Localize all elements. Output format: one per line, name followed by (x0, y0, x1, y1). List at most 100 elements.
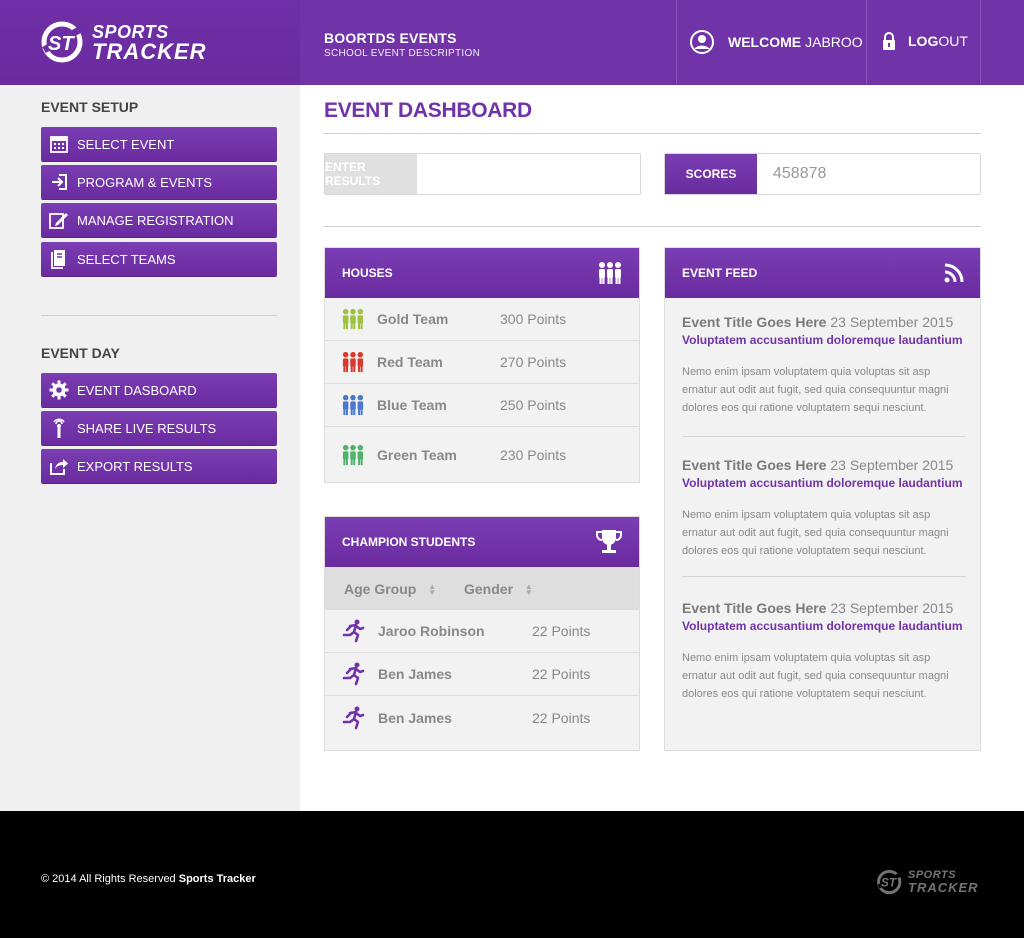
footer-logo-text: SPORTS TRACKER (908, 870, 979, 895)
enter-results-input[interactable] (417, 154, 640, 194)
user-icon (690, 30, 714, 54)
champion-students-title: CHAMPION STUDENTS (342, 535, 476, 549)
copyright: © 2014 All Rights Reserved Sports Tracke… (41, 873, 256, 885)
house-name: Gold Team (377, 311, 449, 327)
sidebar-item-label: SELECT TEAMS (77, 251, 176, 267)
house-row-red: Red Team 270 Points (325, 341, 639, 384)
scores-label: SCORES (665, 154, 757, 194)
house-name: Red Team (377, 354, 443, 370)
svg-text:ST: ST (48, 33, 75, 55)
sidebar-item-select-event[interactable]: SELECT EVENT (41, 127, 277, 161)
champions-table-header: Age Group ▲ ▼ Gender ▲ ▼ (325, 567, 639, 610)
trophy-icon (596, 530, 622, 553)
header-divider (980, 0, 981, 85)
event-title-block: BOORTDS EVENTS SCHOOL EVENT DESCRIPTION (324, 30, 480, 59)
champion-row: Ben James 22 Points (325, 696, 639, 739)
student-points: 22 Points (532, 709, 591, 726)
logout-button[interactable]: LOG OUT (882, 32, 968, 50)
welcome-user[interactable]: WELCOME JABROO (690, 30, 863, 54)
house-points: 270 Points (500, 354, 567, 370)
houses-header: HOUSES (325, 248, 639, 298)
feed-item-body: Nemo enim ipsam voluptatem quia voluptas… (682, 652, 949, 700)
svg-text:ST: ST (881, 876, 898, 890)
house-row-blue: Blue Team 250 Points (325, 384, 639, 427)
broadcast-icon (41, 417, 77, 439)
calendar-icon (41, 135, 77, 153)
team-people-icon-blue (342, 394, 364, 416)
sidebar-item-event-dashboard[interactable]: EVENT DASBOARD (41, 373, 277, 407)
house-row-green: Green Team 230 Points (325, 427, 639, 482)
feed-item[interactable]: Event Title Goes Here 23 September 2015 … (682, 600, 966, 703)
houses-title: HOUSES (342, 266, 393, 280)
logout-label-rest: OUT (938, 33, 968, 49)
sidebar-item-label: PROGRAM & EVENTS (77, 174, 213, 190)
sidebar-item-program-events[interactable]: PROGRAM & EVENTS (41, 165, 277, 199)
feed-item-subtitle: Voluptatem accusantium doloremque laudan… (682, 476, 963, 490)
share-icon (41, 457, 77, 475)
book-icon (41, 249, 77, 269)
gear-icon (41, 380, 77, 400)
welcome-username: JABROO (805, 34, 863, 50)
people-icon (599, 262, 621, 284)
event-day-heading: EVENT DAY (41, 345, 120, 361)
sort-age-group[interactable]: Age Group ▲ ▼ (344, 581, 464, 597)
event-setup-heading: EVENT SETUP (41, 99, 139, 115)
copyright-brand: Sports Tracker (178, 873, 256, 885)
header-divider (866, 0, 867, 85)
feed-item-title: Event Title Goes Here (682, 314, 827, 330)
student-points: 22 Points (532, 623, 591, 639)
logo-line2: TRACKER (92, 39, 207, 64)
houses-panel: HOUSES Gold Team 300 Points Red Team 270… (324, 247, 640, 483)
house-row-gold: Gold Team 300 Points (325, 298, 639, 341)
event-name: BOORTDS EVENTS (324, 30, 457, 46)
header-divider (676, 0, 677, 85)
feed-item-title: Event Title Goes Here (682, 457, 827, 473)
lock-icon (883, 32, 895, 50)
runner-icon (342, 619, 365, 643)
feed-item-body: Nemo enim ipsam voluptatem quia voluptas… (682, 366, 949, 414)
sidebar-item-label: SELECT EVENT (77, 136, 175, 152)
champion-row: Jaroo Robinson 22 Points (325, 610, 639, 653)
sort-gender[interactable]: Gender ▲ ▼ (464, 581, 533, 597)
scores-input[interactable] (757, 154, 980, 194)
team-people-icon-green (342, 444, 364, 465)
runner-icon (342, 706, 365, 729)
feed-item[interactable]: Event Title Goes Here 23 September 2015 … (682, 457, 966, 560)
sidebar-item-manage-registration[interactable]: MANAGE REGISTRATION (41, 203, 277, 237)
logout-label-bold: LOG (908, 33, 939, 49)
student-points: 22 Points (532, 666, 591, 682)
welcome-label: WELCOME (728, 34, 802, 50)
sidebar-item-label: MANAGE REGISTRATION (77, 212, 234, 228)
feed-item-title-line: Event Title Goes Here 23 September 2015 (682, 314, 966, 330)
logo[interactable]: ST SPORTS TRACKER (40, 20, 207, 64)
sidebar-item-share-live-results[interactable]: SHARE LIVE RESULTS (41, 411, 277, 445)
feed-item-title-line: Event Title Goes Here 23 September 2015 (682, 457, 966, 473)
feed-item-title: Event Title Goes Here (682, 600, 827, 616)
edit-icon (41, 211, 77, 229)
title-divider (324, 133, 981, 134)
feed-item-subtitle: Voluptatem accusantium doloremque laudan… (682, 333, 963, 347)
sidebar-item-select-teams[interactable]: SELECT TEAMS (41, 242, 277, 276)
house-name: Blue Team (377, 397, 447, 413)
feed-item-title-line: Event Title Goes Here 23 September 2015 (682, 600, 966, 616)
sidebar-divider (41, 315, 277, 316)
feed-item-date: 23 September 2015 (830, 600, 954, 616)
top-header: ST SPORTS TRACKER BOORTDS EVENTS SCHOOL … (0, 0, 1024, 85)
logo-text: SPORTS TRACKER (92, 22, 207, 64)
champion-students-panel: CHAMPION STUDENTS Age Group ▲ ▼ Gender ▲ ▼… (324, 516, 640, 751)
footer-logo-line2: TRACKER (908, 880, 979, 895)
sidebar-item-export-results[interactable]: EXPORT RESULTS (41, 449, 277, 483)
student-name: Ben James (378, 666, 452, 682)
logo-mark-icon: ST (877, 869, 905, 895)
column-age-group: Age Group (344, 580, 417, 597)
rss-icon[interactable] (944, 263, 964, 283)
team-people-icon-gold (342, 308, 364, 330)
column-gender: Gender (464, 580, 514, 597)
page-title: EVENT DASHBOARD (324, 99, 532, 122)
footer-logo[interactable]: ST SPORTS TRACKER (876, 869, 979, 895)
sort-icon: ▲ ▼ (428, 581, 437, 597)
feed-item[interactable]: Event Title Goes Here 23 September 2015 … (682, 314, 966, 417)
feed-item-date: 23 September 2015 (830, 457, 954, 473)
house-name: Green Team (377, 446, 457, 463)
sidebar-item-label: EVENT DASBOARD (77, 382, 197, 398)
